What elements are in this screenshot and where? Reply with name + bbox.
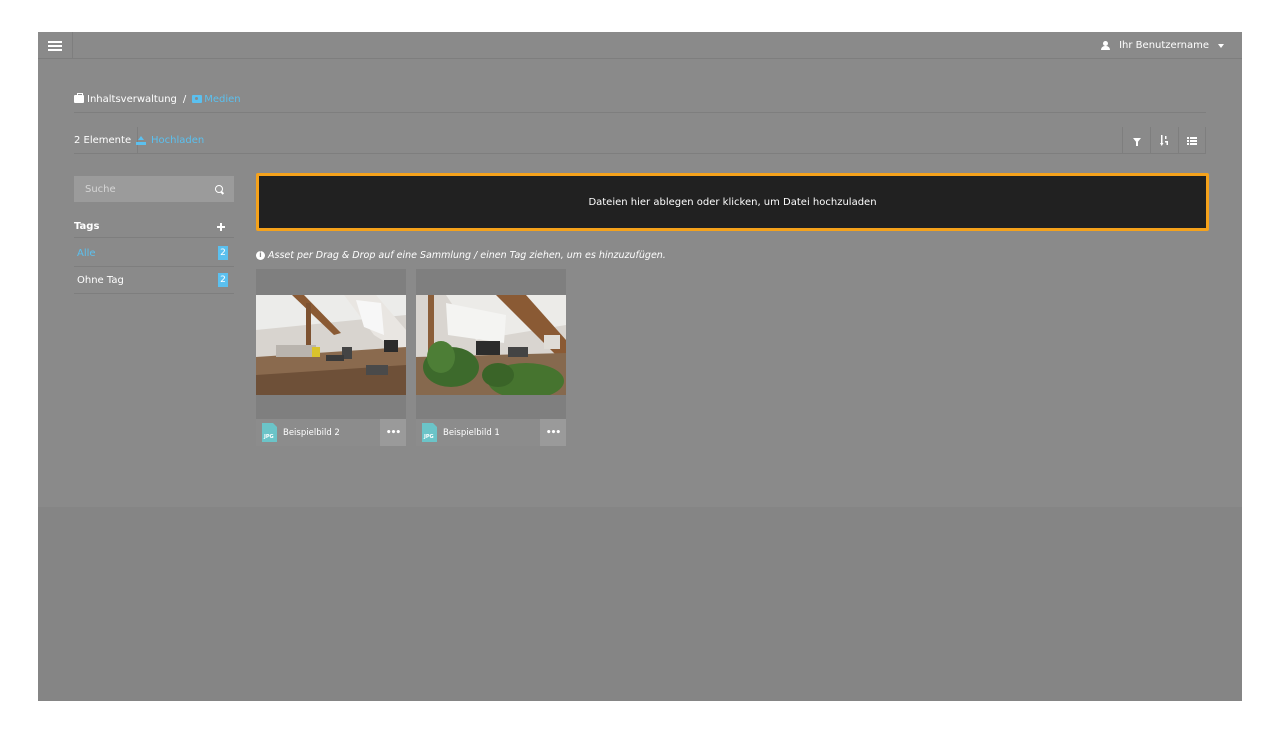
app-window: Ihr Benutzername Inhaltsverwaltung / Med… — [38, 32, 1242, 701]
top-bar: Ihr Benutzername — [38, 32, 1242, 59]
toolbar: 2 Elemente Hochladen — [74, 127, 1206, 154]
asset-footer: JPG Beispielbild 2 ••• — [256, 419, 406, 446]
tag-count-badge: 2 — [218, 273, 228, 287]
hint-text: Asset per Drag & Drop auf eine Sammlung … — [268, 250, 666, 261]
asset-thumbnail[interactable] — [416, 295, 566, 395]
breadcrumb: Inhaltsverwaltung / Medien — [74, 92, 241, 106]
footer-area — [38, 507, 1242, 701]
filter-button[interactable] — [1122, 127, 1150, 154]
asset-footer: JPG Beispielbild 1 ••• — [416, 419, 566, 446]
element-count: 2 Elemente — [74, 127, 139, 154]
asset-card[interactable]: JPG Beispielbild 1 ••• — [416, 269, 566, 446]
caret-down-icon — [1218, 43, 1224, 48]
hamburger-icon — [48, 40, 62, 51]
upload-icon — [136, 136, 146, 145]
view-tools — [1122, 127, 1206, 154]
asset-name[interactable]: Beispielbild 2 — [283, 428, 380, 438]
office-plants-photo-image — [416, 295, 566, 395]
tags-heading-label: Tags — [74, 221, 100, 232]
breadcrumb-root[interactable]: Inhaltsverwaltung — [87, 94, 177, 105]
user-menu[interactable]: Ihr Benutzername — [1101, 32, 1224, 59]
breadcrumb-current-label: Medien — [204, 93, 241, 105]
asset-card[interactable]: JPG Beispielbild 2 ••• — [256, 269, 406, 446]
add-tag-icon[interactable] — [216, 222, 226, 232]
list-view-icon — [1187, 136, 1197, 145]
more-options-button[interactable]: ••• — [540, 419, 566, 446]
dropzone-text: Dateien hier ablegen oder klicken, um Da… — [588, 196, 877, 208]
search-icon[interactable] — [215, 185, 223, 193]
asset-name[interactable]: Beispielbild 1 — [443, 428, 540, 438]
tag-item-untagged[interactable]: Ohne Tag 2 — [74, 267, 234, 294]
drag-drop-hint: i Asset per Drag & Drop auf eine Sammlun… — [256, 250, 666, 261]
asset-thumbnail[interactable] — [256, 295, 406, 395]
breadcrumb-current[interactable]: Medien — [192, 93, 241, 105]
upload-label: Hochladen — [151, 135, 205, 146]
jpg-file-icon: JPG — [262, 423, 277, 442]
tag-label: Ohne Tag — [77, 274, 124, 286]
tag-label: Alle — [77, 247, 96, 259]
tags-heading: Tags — [74, 216, 234, 238]
sort-icon — [1159, 135, 1168, 146]
breadcrumb-separator: / — [182, 93, 187, 105]
camera-icon — [192, 95, 203, 103]
filter-icon — [1132, 138, 1141, 146]
upload-button[interactable]: Hochladen — [136, 127, 204, 154]
tag-count-badge: 2 — [218, 246, 228, 260]
user-icon — [1101, 40, 1111, 51]
sort-button[interactable] — [1150, 127, 1178, 154]
divider — [74, 112, 1206, 113]
search-box — [74, 176, 234, 202]
loft-photo-image — [256, 295, 406, 395]
username-label: Ihr Benutzername — [1119, 40, 1209, 51]
more-options-button[interactable]: ••• — [380, 419, 406, 446]
briefcase-icon — [74, 93, 84, 103]
jpg-file-icon: JPG — [422, 423, 437, 442]
tag-item-all[interactable]: Alle 2 — [74, 240, 234, 267]
menu-button[interactable] — [38, 32, 73, 59]
list-view-button[interactable] — [1178, 127, 1206, 154]
info-icon: i — [256, 251, 265, 260]
upload-dropzone[interactable]: Dateien hier ablegen oder klicken, um Da… — [256, 173, 1209, 231]
search-input[interactable] — [85, 183, 215, 195]
